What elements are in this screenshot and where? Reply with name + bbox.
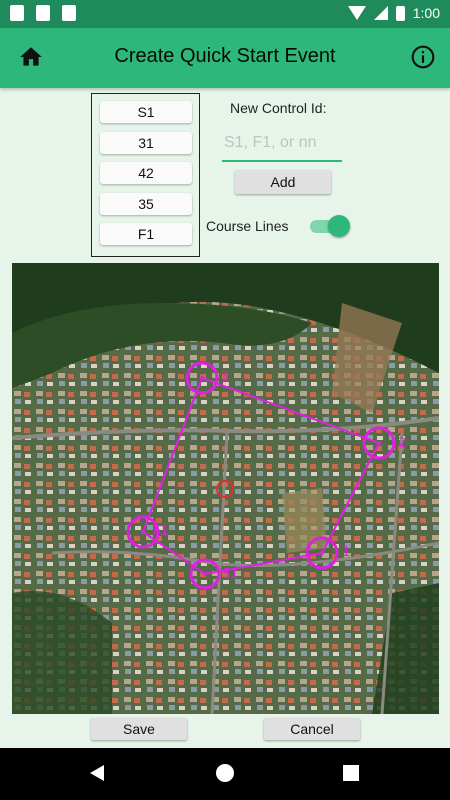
wifi-icon: [347, 6, 366, 20]
control-item-31[interactable]: 31: [100, 132, 192, 154]
status-bar: 1:00: [0, 0, 450, 28]
home-circle-icon[interactable]: [216, 764, 234, 782]
save-button[interactable]: Save: [91, 718, 187, 740]
pawn-icon: [36, 5, 50, 21]
control-item-s1[interactable]: S1: [100, 101, 192, 123]
control-list: S1 31 42 35 F1: [91, 93, 200, 257]
back-icon[interactable]: [90, 765, 104, 781]
control-item-35[interactable]: 35: [100, 193, 192, 215]
control-item-f1[interactable]: F1: [100, 223, 192, 245]
marker-label-1: 1: [342, 545, 350, 560]
marker-label-2: 2: [398, 436, 406, 451]
marker-label-s1: S1: [222, 567, 239, 582]
toggle-thumb: [328, 215, 350, 237]
pawn-icon-2: [62, 5, 76, 21]
signal-icon: [373, 6, 388, 20]
map-canvas[interactable]: 3 2 1 S1 F1: [12, 263, 439, 714]
info-icon[interactable]: [410, 44, 436, 70]
notification-icons: [10, 5, 76, 21]
course-lines-toggle[interactable]: [308, 215, 350, 237]
status-time: 1:00: [412, 5, 440, 21]
add-button[interactable]: Add: [235, 170, 331, 194]
new-control-label: New Control Id:: [230, 100, 327, 116]
marker-label-3: 3: [221, 370, 229, 385]
battery-icon: [395, 5, 405, 21]
system-nav-bar: [0, 748, 450, 800]
satellite-map[interactable]: 3 2 1 S1 F1: [12, 263, 439, 714]
control-item-42[interactable]: 42: [100, 162, 192, 184]
sd-card-icon: [10, 5, 24, 21]
control-id-input[interactable]: [222, 126, 342, 162]
course-lines-label: Course Lines: [206, 218, 289, 234]
park-clearing: [282, 488, 327, 553]
page-title: Create Quick Start Event: [114, 45, 336, 67]
app-bar: Create Quick Start Event: [0, 28, 450, 88]
cancel-button[interactable]: Cancel: [264, 718, 360, 740]
recents-icon[interactable]: [343, 765, 359, 781]
marker-label-f1: F1: [153, 524, 169, 539]
